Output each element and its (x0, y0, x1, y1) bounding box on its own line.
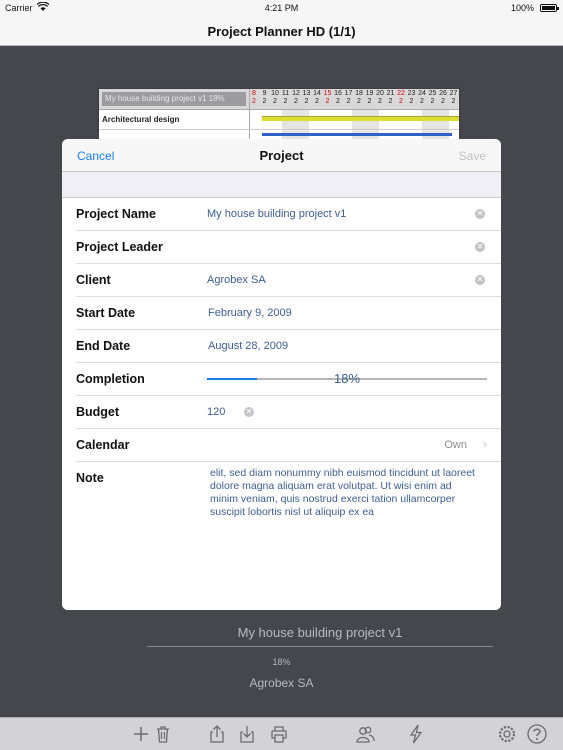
note-label: Note (76, 471, 104, 485)
gantt-day-header: 27 2 (449, 90, 458, 105)
gantt-project-label: My house building project v1 18% (102, 92, 246, 106)
status-bar: Carrier 4:21 PM 100% (0, 0, 563, 16)
gantt-day-header: 15 2 (323, 90, 332, 105)
gantt-day-header: 24 2 (418, 90, 426, 105)
gantt-row-label: Architectural design (102, 115, 180, 124)
end-date-field[interactable]: August 28, 2009 (208, 340, 288, 352)
project-name-row[interactable]: Project Name My house building project v… (76, 198, 501, 231)
note-row[interactable]: Note elit, sed diam nonummy nibh euismod… (76, 462, 501, 526)
lightning-icon[interactable] (405, 723, 427, 745)
gantt-task-bar[interactable] (262, 116, 459, 121)
start-date-label: Start Date (76, 306, 136, 320)
summary-completion: 18% (272, 657, 291, 667)
project-leader-label: Project Leader (76, 240, 163, 254)
chevron-right-icon: › (483, 437, 487, 451)
end-date-row[interactable]: End Date August 28, 2009 (76, 330, 501, 363)
client-field[interactable]: Agrobex SA (207, 274, 266, 286)
project-dialog: Cancel Project Save Project Name My hous… (62, 139, 501, 610)
project-name-field[interactable]: My house building project v1 (207, 208, 346, 220)
import-icon[interactable] (236, 723, 258, 745)
summary-divider (147, 646, 493, 647)
gantt-day-header: 26 2 (439, 90, 447, 105)
gantt-day-header: 17 2 (344, 90, 353, 105)
start-date-field[interactable]: February 9, 2009 (208, 307, 292, 319)
gantt-day-header: 19 2 (365, 90, 374, 105)
gear-icon[interactable] (496, 723, 518, 745)
clear-icon[interactable]: ✕ (475, 275, 485, 285)
dialog-empty-area (62, 519, 501, 610)
calendar-label: Calendar (76, 438, 130, 452)
print-icon[interactable] (268, 723, 290, 745)
start-date-row[interactable]: Start Date February 9, 2009 (76, 297, 501, 330)
gantt-progress-bar (262, 133, 452, 136)
gantt-day-header: 20 2 (376, 90, 384, 105)
budget-label: Budget (76, 405, 120, 419)
gantt-day-header: 22 2 (397, 90, 405, 105)
clear-icon[interactable]: ✕ (475, 242, 485, 252)
clear-icon[interactable]: ✕ (475, 209, 485, 219)
people-icon[interactable] (354, 723, 376, 745)
gantt-day-header: 14 2 (313, 90, 321, 105)
gantt-day-header: 82 (252, 90, 256, 105)
budget-row[interactable]: Budget 120 ✕ (76, 396, 501, 429)
battery-percent: 100% (510, 3, 534, 13)
note-field[interactable]: elit, sed diam nonummy nibh euismod tinc… (210, 467, 475, 519)
client-label: Client (76, 273, 111, 287)
clear-icon[interactable]: ✕ (244, 407, 254, 417)
dialog-title: Project (259, 148, 304, 163)
help-icon[interactable] (526, 723, 548, 745)
summary-client: Agrobex SA (249, 676, 314, 690)
completion-label: Completion (76, 372, 145, 386)
navigation-bar: Project Planner HD (1/1) (0, 16, 563, 46)
plus-icon[interactable] (130, 723, 152, 745)
battery-icon (540, 4, 559, 12)
gantt-day-header: 25 2 (428, 90, 437, 105)
clock: 4:21 PM (264, 3, 299, 13)
project-name-label: Project Name (76, 207, 156, 221)
share-icon[interactable] (206, 723, 228, 745)
completion-value: 18% (333, 371, 361, 386)
gantt-day-header: 16 2 (334, 90, 342, 105)
gantt-day-header: 12 2 (292, 90, 300, 105)
bottom-toolbar (0, 717, 563, 750)
project-form: Project Name My house building project v… (62, 197, 501, 526)
app-title: Project Planner HD (1/1) (207, 24, 356, 39)
budget-field[interactable]: 120 (207, 406, 225, 418)
dialog-header: Cancel Project Save (62, 139, 501, 172)
gantt-day-header: 92 (262, 90, 267, 105)
completion-row: Completion 18% (76, 363, 501, 396)
calendar-value: Own (444, 439, 467, 451)
gantt-day-header: 13 2 (302, 90, 311, 105)
end-date-label: End Date (76, 339, 131, 353)
calendar-row[interactable]: Calendar Own › (76, 429, 501, 462)
gantt-day-header: 11 2 (281, 90, 290, 105)
gantt-day-header: 23 2 (407, 90, 416, 105)
gantt-day-header: 21 2 (386, 90, 395, 105)
summary-project-name[interactable]: My house building project v1 (147, 625, 493, 640)
save-button[interactable]: Save (459, 149, 486, 163)
gantt-day-header: 10 2 (271, 90, 279, 105)
gantt-day-header: 18 2 (355, 90, 363, 105)
client-row[interactable]: Client Agrobex SA ✕ (76, 264, 501, 297)
trash-icon[interactable] (152, 723, 174, 745)
project-leader-row[interactable]: Project Leader ✕ (76, 231, 501, 264)
